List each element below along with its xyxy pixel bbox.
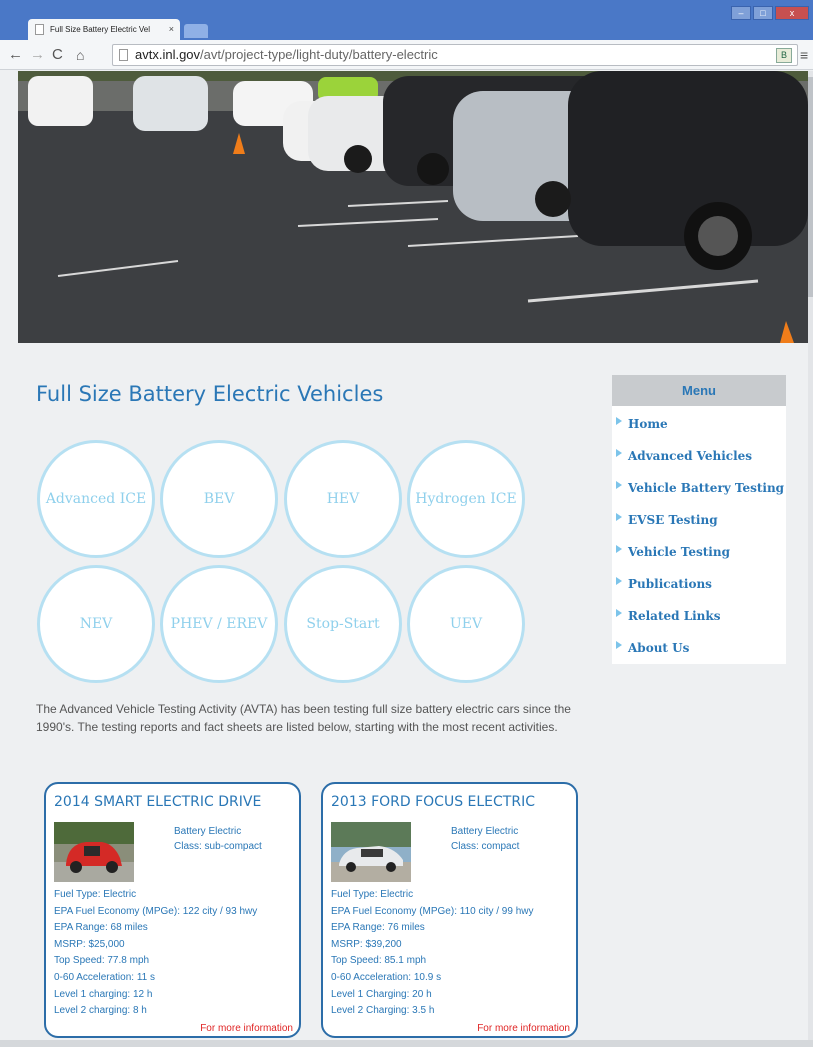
menu-heading: Menu bbox=[612, 375, 786, 406]
parking-lot-photo bbox=[18, 71, 808, 343]
spec-line: MSRP: $39,200 bbox=[331, 938, 402, 950]
url-path: /avt/project-type/light-duty/battery-ele… bbox=[200, 47, 438, 62]
spec-line: 0-60 Acceleration: 11 s bbox=[54, 971, 155, 983]
card-title[interactable]: 2013 FORD FOCUS ELECTRIC bbox=[331, 794, 535, 810]
bullet-arrow-icon bbox=[616, 480, 622, 489]
spec-line: Fuel Type: Electric bbox=[331, 889, 414, 900]
page-icon bbox=[35, 24, 44, 35]
more-info-link[interactable]: For more information bbox=[477, 1023, 570, 1034]
spec-line: Level 1 charging: 12 h bbox=[54, 988, 153, 1000]
hero-image bbox=[18, 71, 808, 343]
page-scrollbar[interactable] bbox=[808, 71, 813, 1047]
intro-paragraph: The Advanced Vehicle Testing Activity (A… bbox=[36, 702, 571, 734]
url-domain: avtx.inl.gov bbox=[135, 47, 201, 62]
vehicle-type: Battery Electric bbox=[451, 826, 519, 837]
menu-item-advanced-vehicles[interactable]: Advanced Vehicles bbox=[612, 448, 753, 463]
new-tab-button[interactable] bbox=[184, 24, 208, 38]
menu-item-label: Vehicle Battery Testing bbox=[628, 481, 785, 495]
address-bar[interactable]: avtx.inl.gov/avt/project-type/light-duty… bbox=[112, 44, 798, 66]
spec-line: EPA Fuel Economy (MPGe): 122 city / 93 h… bbox=[54, 905, 258, 917]
menu-item-vehicle-battery-testing[interactable]: Vehicle Battery Testing bbox=[612, 480, 785, 495]
card-specs: Fuel Type: Electric EPA Fuel Economy (MP… bbox=[54, 887, 257, 1020]
spec-line: EPA Range: 76 miles bbox=[331, 922, 425, 934]
spec-line: EPA Range: 68 miles bbox=[54, 922, 148, 934]
browser-tab[interactable]: Full Size Battery Electric Vel × bbox=[28, 19, 180, 40]
menu-item-home[interactable]: Home bbox=[612, 416, 668, 431]
vehicle-card: 2013 FORD FOCUS ELECTRIC Battery Electri… bbox=[321, 782, 578, 1038]
category-stop-start[interactable]: Stop-Start bbox=[284, 565, 402, 683]
category-hev[interactable]: HEV bbox=[284, 440, 402, 558]
bullet-arrow-icon bbox=[616, 416, 622, 425]
close-icon[interactable]: x bbox=[775, 6, 809, 20]
bullet-arrow-icon bbox=[616, 448, 622, 457]
page-title: Full Size Battery Electric Vehicles bbox=[36, 382, 384, 406]
browser-toolbar: ← → C ⌂ avtx.inl.gov/avt/project-type/li… bbox=[0, 40, 813, 70]
category-advanced-ice[interactable]: Advanced ICE bbox=[37, 440, 155, 558]
spec-line: Top Speed: 85.1 mph bbox=[331, 955, 427, 967]
car-thumbnail-image bbox=[54, 822, 134, 882]
menu-item-about-us[interactable]: About Us bbox=[612, 640, 690, 655]
card-meta: Battery Electric Class: sub-compact bbox=[174, 824, 262, 854]
vehicle-card: 2014 SMART ELECTRIC DRIVE Battery Electr… bbox=[44, 782, 301, 1038]
scrollbar-thumb[interactable] bbox=[808, 77, 813, 297]
vehicle-type: Battery Electric bbox=[174, 826, 242, 837]
card-specs: Fuel Type: Electric EPA Fuel Economy (MP… bbox=[331, 887, 534, 1020]
category-uev[interactable]: UEV bbox=[407, 565, 525, 683]
maximize-icon[interactable]: □ bbox=[753, 6, 773, 20]
menu-item-evse-testing[interactable]: EVSE Testing bbox=[612, 512, 718, 527]
category-hydrogen-ice[interactable]: Hydrogen ICE bbox=[407, 440, 525, 558]
spec-line: Level 2 charging: 8 h bbox=[54, 1005, 147, 1017]
minimize-icon[interactable]: – bbox=[731, 6, 751, 20]
spec-line: EPA Fuel Economy (MPGe): 110 city / 99 h… bbox=[331, 905, 534, 917]
browser-menu-icon[interactable]: ≡ bbox=[800, 47, 808, 63]
home-icon[interactable]: ⌂ bbox=[76, 47, 84, 63]
bullet-arrow-icon bbox=[616, 576, 622, 585]
vehicle-class: Class: compact bbox=[451, 841, 520, 852]
category-phev-erev[interactable]: PHEV / EREV bbox=[160, 565, 278, 683]
menu-item-label: EVSE Testing bbox=[628, 513, 718, 527]
extension-icon[interactable]: B bbox=[776, 48, 792, 63]
card-title[interactable]: 2014 SMART ELECTRIC DRIVE bbox=[54, 794, 261, 810]
menu-item-label: Publications bbox=[628, 577, 712, 591]
menu-item-related-links[interactable]: Related Links bbox=[612, 608, 721, 623]
tab-title: Full Size Battery Electric Vel bbox=[50, 25, 151, 34]
page-icon bbox=[119, 49, 128, 61]
menu-item-label: Home bbox=[628, 417, 668, 431]
bullet-arrow-icon bbox=[616, 512, 622, 521]
menu-item-label: Vehicle Testing bbox=[628, 545, 730, 559]
menu-item-vehicle-testing[interactable]: Vehicle Testing bbox=[612, 544, 730, 559]
tab-close-icon[interactable]: × bbox=[169, 19, 174, 40]
spec-line: Fuel Type: Electric bbox=[54, 889, 137, 900]
window-bottom-edge bbox=[0, 1040, 813, 1047]
back-icon[interactable]: ← bbox=[8, 46, 23, 63]
menu-item-label: Advanced Vehicles bbox=[628, 449, 753, 463]
spec-line: MSRP: $25,000 bbox=[54, 938, 125, 950]
spec-line: Top Speed: 77.8 mph bbox=[54, 955, 150, 967]
menu-item-publications[interactable]: Publications bbox=[612, 576, 712, 591]
sidebar-menu: Menu Home Advanced Vehicles Vehicle Batt… bbox=[612, 375, 786, 664]
bullet-arrow-icon bbox=[616, 640, 622, 649]
spec-line: Level 2 Charging: 3.5 h bbox=[331, 1005, 435, 1017]
bullet-arrow-icon bbox=[616, 544, 622, 553]
forward-icon[interactable]: → bbox=[30, 46, 45, 63]
window-controls: – □ x bbox=[731, 6, 809, 20]
reload-icon[interactable]: C bbox=[52, 46, 63, 63]
card-meta: Battery Electric Class: compact bbox=[451, 824, 519, 854]
spec-line: 0-60 Acceleration: 10.9 s bbox=[331, 971, 442, 983]
category-nev[interactable]: NEV bbox=[37, 565, 155, 683]
category-bev[interactable]: BEV bbox=[160, 440, 278, 558]
menu-item-label: About Us bbox=[628, 641, 690, 655]
menu-item-label: Related Links bbox=[628, 609, 721, 623]
browser-titlebar: Full Size Battery Electric Vel × – □ x bbox=[0, 0, 813, 40]
vehicle-class: Class: sub-compact bbox=[174, 841, 262, 852]
car-thumbnail-image bbox=[331, 822, 411, 882]
more-info-link[interactable]: For more information bbox=[200, 1023, 293, 1034]
spec-line: Level 1 Charging: 20 h bbox=[331, 988, 432, 1000]
bullet-arrow-icon bbox=[616, 608, 622, 617]
